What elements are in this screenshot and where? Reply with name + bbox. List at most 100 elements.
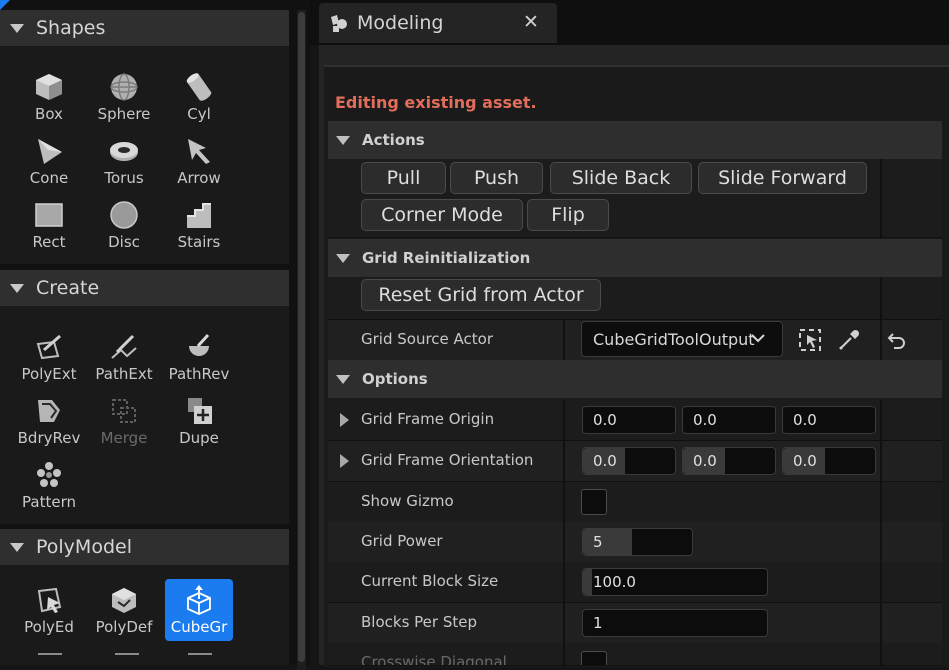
origin-x-field[interactable]: 0.0	[582, 406, 676, 434]
palette-scrollbar-thumb[interactable]	[298, 12, 305, 662]
flip-button[interactable]: Flip	[527, 199, 609, 231]
tab-modeling[interactable]: Modeling ✕	[319, 3, 557, 43]
property-label: Grid Source Actor	[361, 330, 494, 348]
column-divider	[563, 400, 565, 440]
tool-pattern[interactable]: Pattern	[15, 454, 83, 516]
section-header-create[interactable]: Create	[0, 270, 289, 306]
origin-y-field[interactable]: 0.0	[682, 406, 776, 434]
slider-fill	[583, 569, 593, 595]
arrow-icon	[182, 134, 216, 168]
grid-power-slider[interactable]: 5	[582, 528, 693, 556]
slide-back-button[interactable]: Slide Back	[550, 162, 692, 194]
origin-z-field[interactable]: 0.0	[782, 406, 876, 434]
blocks-per-step-field[interactable]: 1	[582, 609, 768, 637]
collapse-arrow-icon	[336, 135, 350, 145]
show-gizmo-checkbox[interactable]	[581, 489, 607, 515]
create-section: PolyExt PathExt PathRev BdryRev Merge Du…	[0, 306, 289, 524]
section-title: Create	[36, 277, 100, 299]
close-icon[interactable]: ✕	[523, 11, 539, 33]
column-divider	[563, 643, 565, 665]
tool-stairs[interactable]: Stairs	[165, 194, 233, 256]
section-header-shapes[interactable]: Shapes	[0, 10, 289, 46]
expand-arrow-icon[interactable]	[340, 454, 349, 468]
polyed-icon	[32, 583, 66, 617]
tool-cylinder[interactable]: Cyl	[165, 66, 233, 128]
reset-grid-row: Reset Grid from Actor	[328, 277, 942, 320]
select-in-viewport-icon[interactable]	[795, 325, 825, 355]
tool-polydef[interactable]: PolyDef	[90, 579, 158, 641]
grid-source-actor-combo[interactable]: CubeGridToolOutput	[581, 321, 783, 357]
section-title: PolyModel	[36, 536, 132, 558]
column-divider	[563, 482, 565, 522]
tool-rect[interactable]: Rect	[15, 194, 83, 256]
reset-grid-from-actor-button[interactable]: Reset Grid from Actor	[361, 279, 601, 311]
push-button[interactable]: Push	[450, 162, 543, 194]
cylinder-icon	[182, 70, 216, 104]
corner-accent	[0, 0, 10, 10]
column-divider	[880, 441, 882, 481]
current-block-size-row: Current Block Size 100.0	[328, 562, 942, 603]
section-header-polymodel[interactable]: PolyModel	[0, 529, 289, 565]
tool-box[interactable]: Box	[15, 66, 83, 128]
tool-dupe[interactable]: Dupe	[165, 390, 233, 452]
eyedropper-icon[interactable]	[834, 325, 864, 355]
reset-to-default-icon[interactable]	[881, 325, 911, 355]
column-divider	[563, 320, 565, 360]
show-gizmo-row: Show Gizmo	[328, 482, 942, 523]
torus-icon	[107, 134, 141, 168]
orientation-x-field[interactable]: 0.0	[582, 447, 676, 475]
category-title: Grid Reinitialization	[362, 249, 531, 267]
current-block-size-slider[interactable]: 100.0	[582, 568, 768, 596]
column-divider	[880, 603, 882, 643]
grid-frame-orientation-row: Grid Frame Orientation 0.0 0.0 0.0	[328, 441, 942, 482]
orientation-z-field[interactable]: 0.0	[782, 447, 876, 475]
stairs-icon	[182, 198, 216, 232]
corner-mode-button[interactable]: Corner Mode	[361, 199, 523, 231]
polyext-icon	[32, 330, 66, 364]
sphere-icon	[107, 70, 141, 104]
field-value: 0.0	[793, 452, 817, 470]
field-value: 100.0	[593, 573, 636, 591]
column-divider	[563, 562, 565, 602]
field-value: 0.0	[593, 411, 617, 429]
tool-disc[interactable]: Disc	[90, 194, 158, 256]
polydef-icon	[107, 583, 141, 617]
tool-cone[interactable]: Cone	[15, 130, 83, 192]
category-title: Actions	[362, 131, 425, 149]
box-icon	[32, 70, 66, 104]
field-value: 1	[593, 614, 603, 632]
tool-pathext[interactable]: PathExt	[90, 326, 158, 388]
slide-forward-button[interactable]: Slide Forward	[698, 162, 867, 194]
orientation-y-field[interactable]: 0.0	[682, 447, 776, 475]
column-divider	[563, 522, 565, 562]
crosswise-diagonal-checkbox[interactable]	[581, 651, 607, 665]
tool-polyed[interactable]: PolyEd	[15, 579, 83, 641]
cone-icon	[32, 134, 66, 168]
column-divider	[563, 603, 565, 643]
collapse-arrow-icon	[336, 253, 350, 263]
column-divider	[563, 441, 565, 481]
pull-button[interactable]: Pull	[361, 162, 446, 194]
tab-title: Modeling	[357, 12, 444, 34]
column-divider	[880, 277, 882, 319]
polymodel-section: PolyEd PolyDef CubeGr	[0, 565, 289, 665]
expand-arrow-icon[interactable]	[340, 413, 349, 427]
category-grid-reinitialization[interactable]: Grid Reinitialization	[328, 239, 942, 277]
column-divider	[880, 400, 882, 440]
tool-sphere[interactable]: Sphere	[90, 66, 158, 128]
grid-source-actor-row: Grid Source Actor CubeGridToolOutput	[328, 320, 942, 361]
tool-torus[interactable]: Torus	[90, 130, 158, 192]
property-label: Crosswise Diagonal	[361, 653, 507, 666]
category-options[interactable]: Options	[328, 360, 942, 398]
tool-pathrev[interactable]: PathRev	[165, 326, 233, 388]
tool-bdryrev[interactable]: BdryRev	[15, 390, 83, 452]
collapse-arrow-icon	[10, 283, 24, 293]
tool-polyext[interactable]: PolyExt	[15, 326, 83, 388]
collapse-arrow-icon	[336, 374, 350, 384]
blocks-per-step-row: Blocks Per Step 1	[328, 603, 942, 644]
pathext-icon	[107, 330, 141, 364]
tool-cubegrid[interactable]: CubeGr	[165, 579, 233, 641]
category-actions[interactable]: Actions	[328, 121, 942, 159]
tool-arrow[interactable]: Arrow	[165, 130, 233, 192]
column-divider	[880, 643, 882, 665]
